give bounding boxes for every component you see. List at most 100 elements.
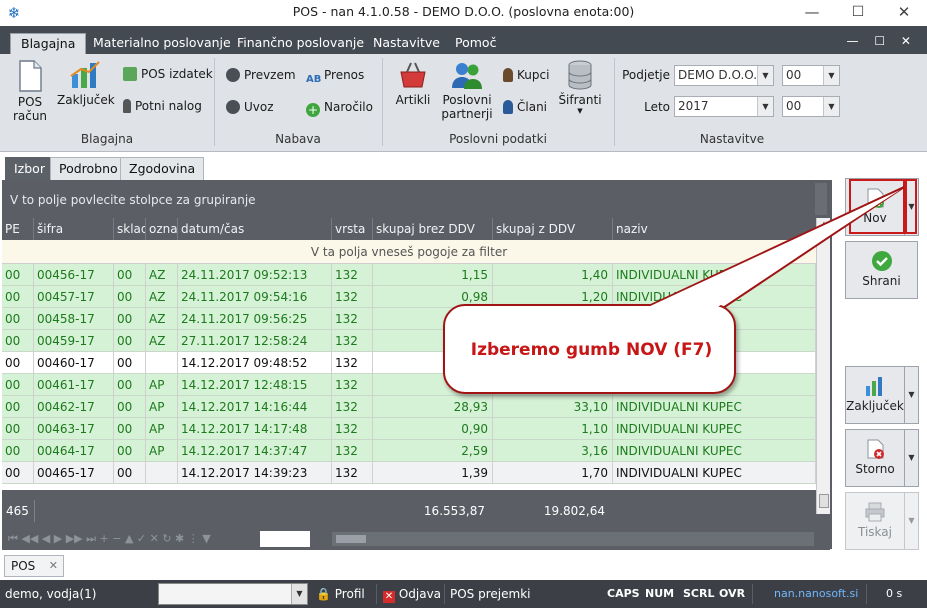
leto-enota-value: 00	[786, 99, 802, 113]
prenos-button[interactable]: AB Prenos	[306, 65, 364, 85]
cell-naziv: INDIVIDUALNI KUPEC	[613, 462, 816, 484]
leto-select[interactable]: 2017 ▼	[674, 96, 774, 117]
column-header-skupaj-brez-ddv[interactable]: skupaj brez DDV	[373, 218, 493, 240]
horizontal-scrollbar[interactable]	[332, 532, 814, 546]
cell-sifra: 00461-17	[34, 374, 114, 396]
mdi-window-controls[interactable]: — ☐ ✕	[847, 34, 917, 48]
odjava-button[interactable]: ✕ Odjava	[383, 580, 441, 608]
tab-blagajna[interactable]: Blagajna	[10, 33, 87, 54]
maximize-button[interactable]: ☐	[835, 0, 881, 26]
table-row[interactable]: 00 00463-17 00 AP 14.12.2017 14:17:48 132 0,90…	[2, 418, 816, 440]
table-row[interactable]: 00 00456-17 00 AZ 24.11.2017 09:52:13 132 1,15…	[2, 264, 816, 286]
pos-racun-button[interactable]: POS račun	[10, 60, 50, 123]
zakljucek-side-button[interactable]: Zaključek	[845, 366, 905, 424]
cell-pe: 00	[2, 440, 34, 462]
column-header-oznaka[interactable]: oznal	[146, 218, 178, 240]
leto-enota-select[interactable]: 00 ▼	[782, 96, 840, 117]
profil-button[interactable]: 🔒 Profil	[316, 580, 365, 608]
cell-sklad: 00	[114, 330, 146, 352]
ab-transfer-icon: AB	[306, 74, 322, 85]
column-header-vrsta[interactable]: vrsta	[332, 218, 373, 240]
chevron-down-icon[interactable]: ▼	[757, 66, 773, 85]
server-link[interactable]: nan.nanosoft.si	[774, 580, 858, 608]
navigator-buttons[interactable]: ⏮ ◀◀ ◀ ▶ ▶▶ ⏭ + − ▲ ✓ ✕ ↻ ✱ ⋮ ▼	[8, 528, 211, 550]
navigator-position-input[interactable]	[260, 531, 310, 547]
table-row[interactable]: 00 00462-17 00 AP 14.12.2017 14:16:44 132 28,9…	[2, 396, 816, 418]
cell-oznaka: AP	[146, 440, 178, 462]
artikli-button[interactable]: Artikli	[390, 60, 436, 107]
shrani-button[interactable]: Shrani	[845, 241, 918, 299]
podjetje-enota-select[interactable]: 00 ▼	[782, 65, 840, 86]
scroll-thumb[interactable]	[336, 535, 366, 543]
cell-naziv: INDIVIDUALNI KUPEC	[613, 440, 816, 462]
pin-icon	[123, 99, 131, 113]
filter-row[interactable]: V ta polja vneseš pogoje za filter	[2, 240, 816, 264]
cell-oznaka: AZ	[146, 286, 178, 308]
status-combo[interactable]: ▼	[158, 583, 308, 605]
zakljucek-dropdown-button[interactable]: ▼	[904, 366, 919, 424]
column-header-sifra[interactable]: šifra	[34, 218, 114, 240]
column-header-datum[interactable]: datum/čas	[178, 218, 332, 240]
pos-izdatek-button[interactable]: POS izdatek	[123, 64, 213, 84]
cell-pe: 00	[2, 286, 34, 308]
column-header-sklad[interactable]: sklad	[114, 218, 146, 240]
chevron-down-icon: ▼	[908, 390, 915, 399]
kupci-button[interactable]: Kupci	[503, 65, 549, 85]
document-tab-pos[interactable]: POS ✕	[4, 555, 64, 577]
cell-pe: 00	[2, 264, 34, 286]
tiskaj-button[interactable]: Tiskaj	[845, 492, 905, 550]
group-panel-scrollbar[interactable]	[815, 183, 827, 215]
column-header-skupaj-z-ddv[interactable]: skupaj z DDV	[493, 218, 613, 240]
cell-sklad: 00	[114, 308, 146, 330]
tab-zgodovina[interactable]: Zgodovina	[120, 157, 205, 181]
scroll-thumb[interactable]	[819, 494, 829, 508]
potni-nalog-button[interactable]: Potni nalog	[123, 96, 202, 116]
poslovni-partnerji-button[interactable]: Poslovni partnerji	[440, 60, 494, 121]
table-row[interactable]: 00 00465-17 00 14.12.2017 14:39:23 132 1,39 1,…	[2, 462, 816, 484]
tab-financno-poslovanje[interactable]: Finančno poslovanje	[237, 33, 364, 54]
table-row[interactable]: 00 00464-17 00 AP 14.12.2017 14:37:47 132 2,59…	[2, 440, 816, 462]
narocilo-button[interactable]: + Naročilo	[306, 97, 373, 117]
pos-prejemki-button[interactable]: POS prejemki	[450, 580, 530, 608]
sifranti-button[interactable]: Šifranti ▼	[558, 60, 602, 116]
close-button[interactable]: ✕	[881, 0, 927, 26]
scroll-up-icon[interactable]: ▲	[819, 220, 829, 230]
chevron-down-icon[interactable]: ▼	[757, 97, 773, 116]
column-header-pe[interactable]: PE	[2, 218, 34, 240]
chevron-down-icon[interactable]: ▼	[823, 97, 839, 116]
tab-izbor[interactable]: Izbor	[5, 157, 54, 181]
minimize-button[interactable]: —	[789, 0, 835, 26]
check-circle-icon	[871, 251, 892, 271]
cell-vrsta: 132	[332, 440, 373, 462]
storno-dropdown-button[interactable]: ▼	[904, 429, 919, 487]
cell-sklad: 00	[114, 462, 146, 484]
tab-materialno-poslovanje[interactable]: Materialno poslovanje	[93, 33, 231, 54]
tiskaj-dropdown-button[interactable]: ▼	[904, 492, 919, 550]
storno-button[interactable]: Storno	[845, 429, 905, 487]
printer-icon	[865, 502, 885, 522]
narocilo-label: Naročilo	[324, 100, 373, 114]
clani-button[interactable]: Člani	[503, 97, 547, 117]
tab-pomoc[interactable]: Pomoč	[455, 33, 496, 54]
annotation-text: Izberemo gumb NOV (F7)	[470, 340, 713, 360]
pos-racun-label: POS račun	[12, 95, 48, 123]
vertical-scrollbar[interactable]: ▲	[816, 218, 830, 514]
close-icon[interactable]: ✕	[49, 556, 58, 576]
group-by-panel[interactable]: V to polje povlecite stolpce za grupiran…	[2, 180, 830, 218]
cell-z: 1,10	[493, 418, 613, 440]
document-tab-bar: POS ✕	[0, 552, 927, 580]
chevron-down-icon[interactable]: ▼	[291, 584, 307, 604]
podjetje-select[interactable]: DEMO D.O.O. ▼	[674, 65, 774, 86]
bar-chart-icon	[70, 61, 100, 88]
tab-nastavitve[interactable]: Nastavitve	[373, 33, 440, 54]
uvoz-button[interactable]: Uvoz	[226, 97, 274, 117]
cell-vrsta: 132	[332, 462, 373, 484]
zakljucek-ribbon-button[interactable]: Zaključek	[57, 60, 115, 107]
prevzem-button[interactable]: Prevzem	[226, 65, 296, 85]
column-header-naziv[interactable]: naziv	[613, 218, 816, 240]
cell-oznaka: AZ	[146, 308, 178, 330]
tab-podrobno[interactable]: Podrobno	[50, 157, 127, 181]
cell-sifra: 00463-17	[34, 418, 114, 440]
chevron-down-icon[interactable]: ▼	[823, 66, 839, 85]
sifranti-label: Šifranti	[558, 93, 602, 107]
